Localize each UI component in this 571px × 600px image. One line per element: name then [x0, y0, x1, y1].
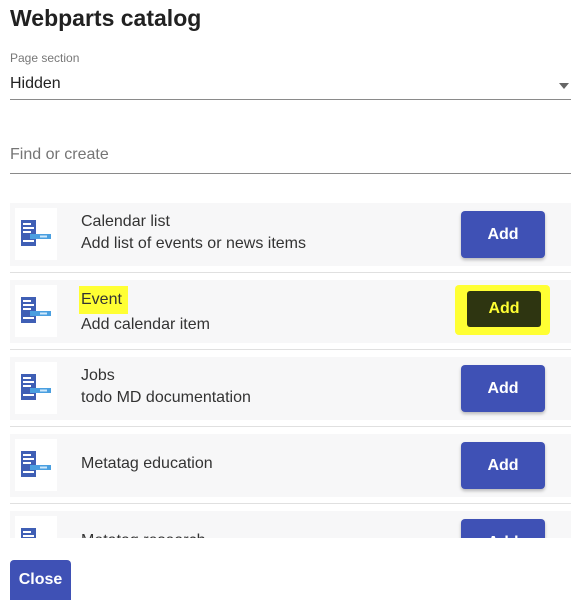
webpart-text: Metatag research — [81, 530, 206, 538]
webpart-text: Jobs todo MD documentation — [81, 365, 251, 409]
add-button-label: Add — [467, 291, 541, 327]
add-button[interactable]: Add — [461, 519, 545, 538]
webpart-text: Calendar list Add list of events or news… — [81, 211, 306, 255]
page-section-select[interactable]: Page section Hidden — [10, 50, 571, 100]
find-or-create-field[interactable] — [10, 140, 571, 174]
add-button[interactable]: Add — [461, 365, 545, 412]
webpart-icon — [15, 285, 57, 337]
page-section-label: Page section — [10, 51, 80, 65]
close-button[interactable]: Close — [10, 560, 71, 600]
add-button[interactable]: Add — [461, 211, 545, 258]
webpart-description: Add calendar item — [81, 316, 210, 333]
webpart-icon — [15, 362, 57, 414]
webpart-description: Add list of events or news items — [81, 235, 306, 252]
webpart-list-item: Calendar list Add list of events or news… — [10, 196, 571, 273]
webpart-name: Event — [79, 286, 128, 314]
webpart-list-item: Metatag research Add — [10, 504, 571, 538]
dialog-title: Webparts catalog — [10, 5, 202, 31]
webpart-list-item: Jobs todo MD documentation Add — [10, 350, 571, 427]
find-or-create-input[interactable] — [10, 140, 571, 164]
webpart-icon — [15, 439, 57, 491]
chevron-down-icon[interactable] — [559, 83, 569, 89]
add-button[interactable]: Add — [461, 442, 545, 489]
webpart-name: Calendar list — [81, 213, 170, 230]
webpart-list-item: Metatag education Add — [10, 427, 571, 504]
webpart-description: todo MD documentation — [81, 389, 251, 406]
webpart-list-item: Event Add calendar item Add — [10, 273, 571, 350]
webparts-catalog-dialog: Webparts catalog Page section Hidden Fin… — [0, 0, 571, 600]
webpart-text: Metatag education — [81, 453, 213, 475]
webpart-icon — [15, 516, 57, 538]
webpart-name: Jobs — [81, 367, 115, 384]
webpart-icon — [15, 208, 57, 260]
page-section-value[interactable]: Hidden — [10, 75, 61, 93]
webpart-text: Event Add calendar item — [79, 286, 210, 336]
webpart-name: Metatag research — [81, 530, 206, 538]
webpart-list[interactable]: Calendar list Add list of events or news… — [10, 196, 571, 538]
add-button[interactable]: Add — [461, 288, 545, 335]
webpart-name: Metatag education — [81, 455, 213, 472]
